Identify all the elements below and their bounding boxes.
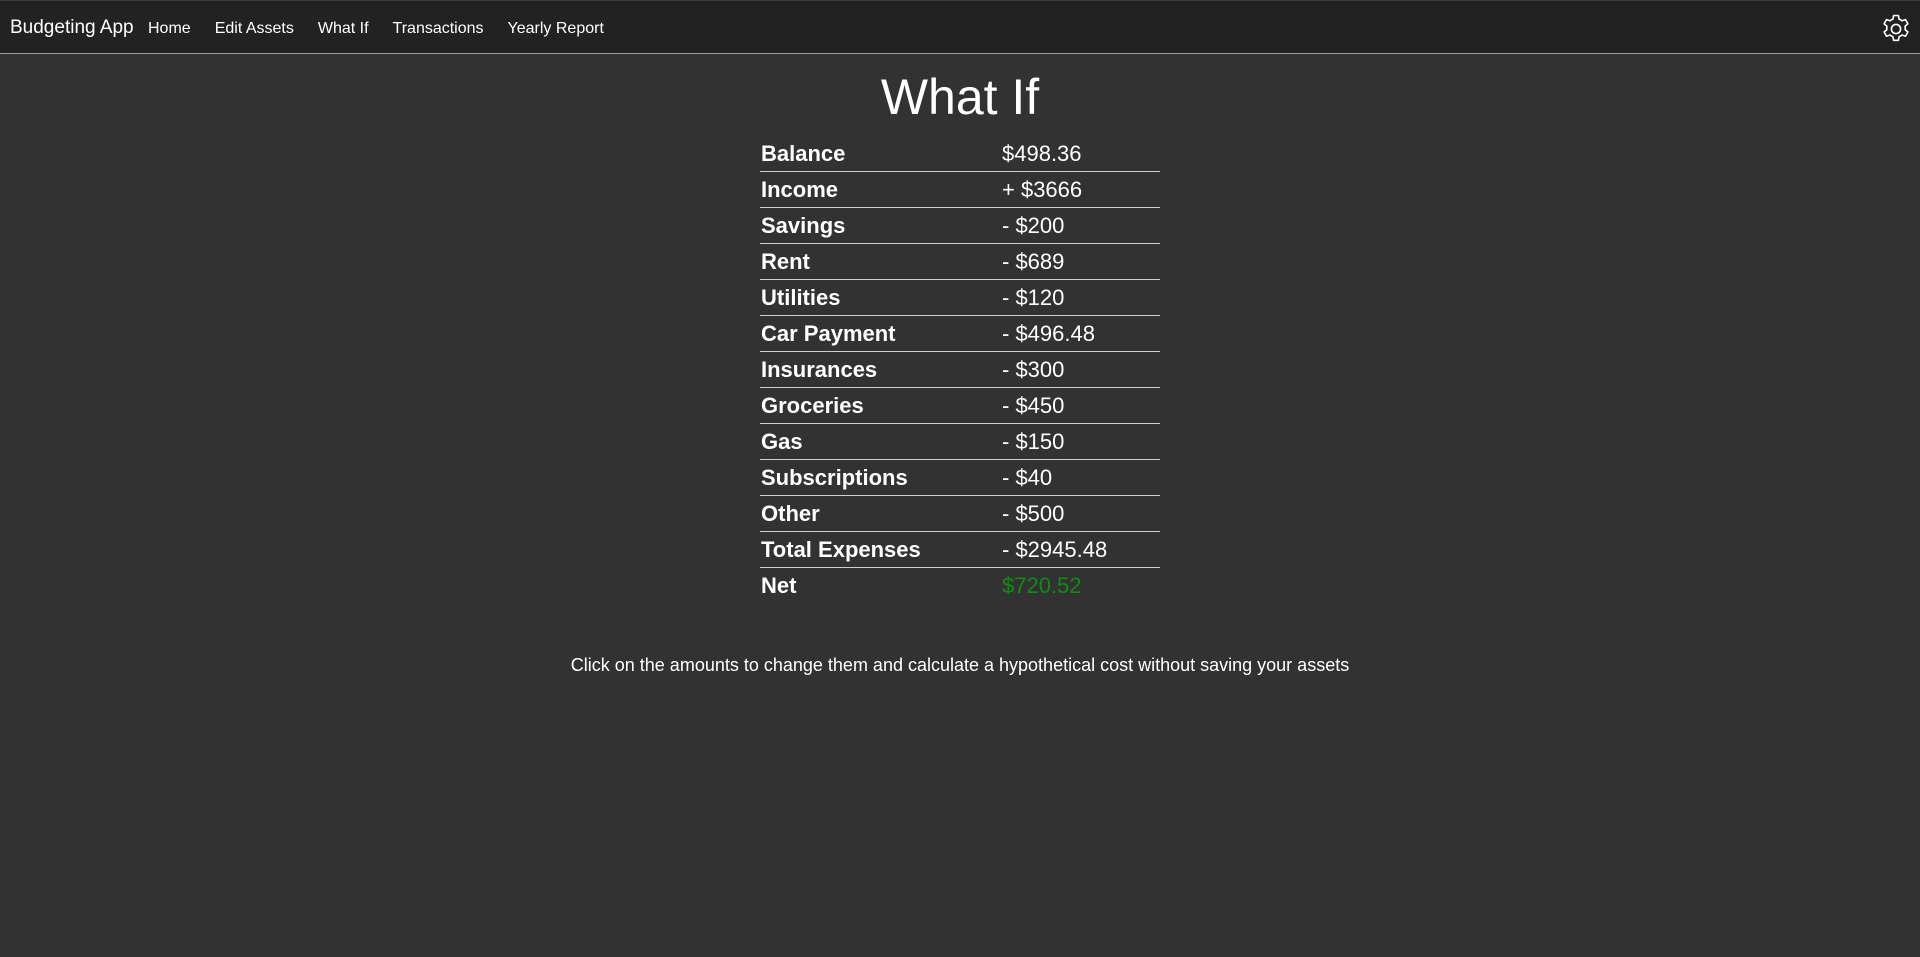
instruction-text: Click on the amounts to change them and … — [570, 655, 1350, 675]
nav-link-transactions[interactable]: Transactions — [393, 20, 484, 38]
amount-value[interactable]: - $300 — [1002, 351, 1160, 388]
row-label: Car Payment — [760, 315, 1002, 352]
amount-value[interactable]: - $450 — [1002, 387, 1160, 424]
row-label: Groceries — [760, 387, 1002, 424]
table-row: Income + $3666 — [760, 171, 1160, 208]
table-row: Insurances - $300 — [760, 351, 1160, 388]
amount-value[interactable]: - $689 — [1002, 243, 1160, 280]
nav-links: Home Edit Assets What If Transactions Ye… — [148, 20, 628, 38]
brand-link[interactable]: Budgeting App — [10, 17, 134, 39]
row-label: Subscriptions — [760, 459, 1002, 496]
gear-icon[interactable] — [1880, 13, 1912, 45]
row-label: Savings — [760, 207, 1002, 244]
nav-link-home[interactable]: Home — [148, 20, 191, 38]
amount-value[interactable]: - $500 — [1002, 495, 1160, 532]
row-label: Income — [760, 171, 1002, 208]
row-label: Total Expenses — [760, 531, 1002, 568]
row-label: Gas — [760, 423, 1002, 460]
table-row: Subscriptions - $40 — [760, 459, 1160, 496]
net-value: $720.52 — [1002, 572, 1082, 598]
row-label: Net — [761, 572, 797, 598]
nav-link-edit-assets[interactable]: Edit Assets — [215, 20, 294, 38]
total-expenses-value: - $2945.48 — [1002, 531, 1160, 568]
table-row: Net $720.52 — [760, 568, 1160, 604]
row-label: Insurances — [760, 351, 1002, 388]
table-row: Groceries - $450 — [760, 387, 1160, 424]
amount-value[interactable]: - $40 — [1002, 459, 1160, 496]
amount-value[interactable]: - $200 — [1002, 207, 1160, 244]
amount-value[interactable]: - $120 — [1002, 279, 1160, 316]
nav-link-yearly-report[interactable]: Yearly Report — [508, 20, 604, 38]
table-row: Utilities - $120 — [760, 279, 1160, 316]
table-row: Savings - $200 — [760, 207, 1160, 244]
nav-link-what-if[interactable]: What If — [318, 20, 369, 38]
navbar: Budgeting App Home Edit Assets What If T… — [0, 0, 1920, 54]
amount-value[interactable]: - $150 — [1002, 423, 1160, 460]
table-row: Balance $498.36 — [760, 136, 1160, 172]
row-label: Other — [760, 495, 1002, 532]
row-label: Utilities — [760, 279, 1002, 316]
table-row: Total Expenses - $2945.48 — [760, 531, 1160, 568]
row-label: Balance — [760, 136, 1002, 172]
amount-value[interactable]: - $496.48 — [1002, 315, 1160, 352]
page-title: What If — [880, 69, 1040, 125]
budget-table: Balance $498.36 Income + $3666 Savings -… — [760, 136, 1160, 603]
table-row: Other - $500 — [760, 495, 1160, 532]
amount-value[interactable]: $498.36 — [1002, 136, 1160, 172]
table-row: Gas - $150 — [760, 423, 1160, 460]
table-row: Rent - $689 — [760, 243, 1160, 280]
row-label: Rent — [760, 243, 1002, 280]
table-row: Car Payment - $496.48 — [760, 315, 1160, 352]
amount-value[interactable]: + $3666 — [1002, 171, 1160, 208]
